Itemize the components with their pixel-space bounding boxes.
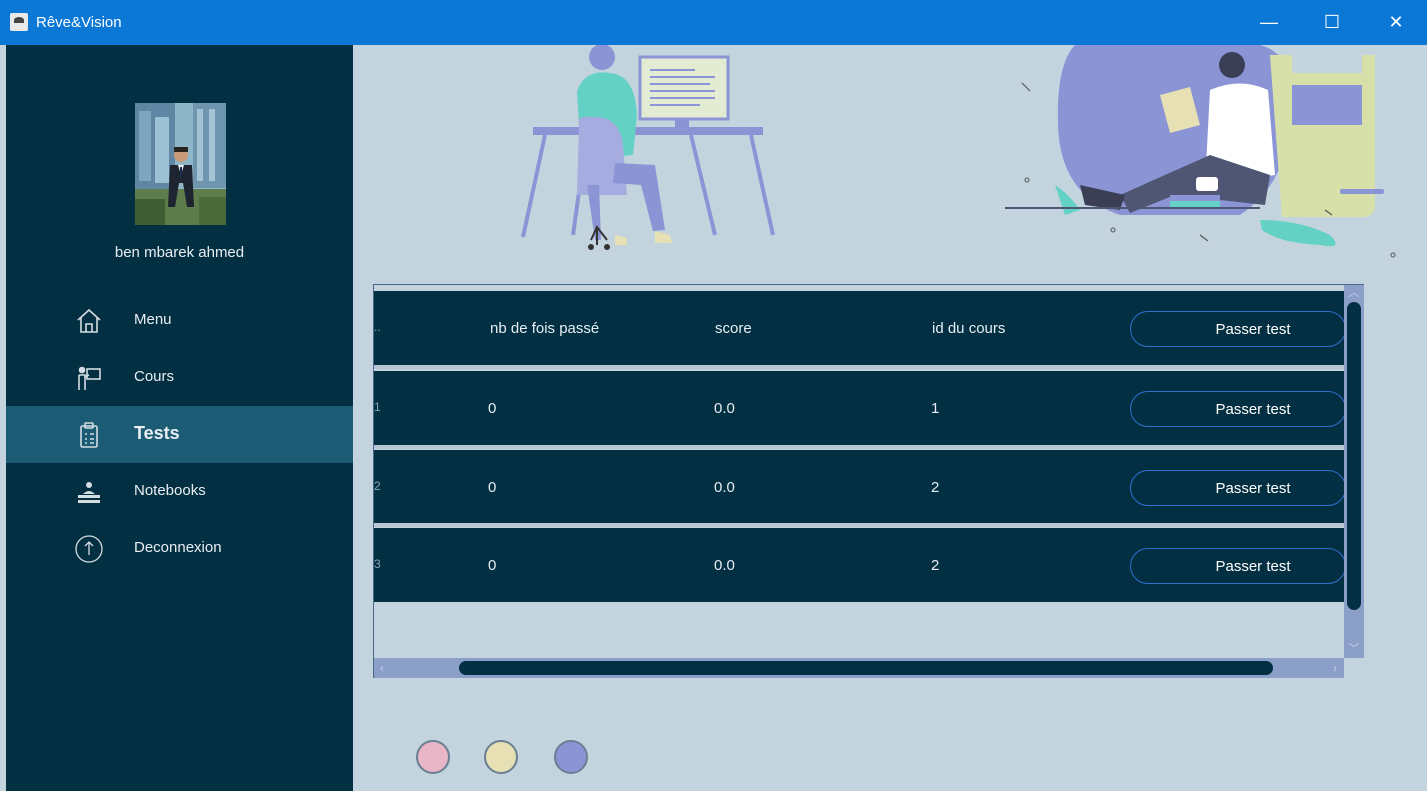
pink-color-dot[interactable] <box>416 740 450 774</box>
cell-nb-fois-passe: 0 <box>488 557 497 574</box>
sidebar-item-cours[interactable]: Cours <box>6 349 353 406</box>
cell-id-cours: 1 <box>931 400 940 417</box>
truncated-cell: 3 <box>374 557 381 571</box>
desk-student-icon <box>74 477 104 507</box>
minimize-button[interactable]: — <box>1246 0 1292 45</box>
cell-id-cours: 2 <box>931 479 940 496</box>
sidebar-item-notebooks[interactable]: Notebooks <box>6 463 353 520</box>
vertical-scroll-thumb[interactable] <box>1347 302 1361 610</box>
app-logo-icon <box>10 13 28 31</box>
scroll-corner <box>1344 658 1364 678</box>
header-id-cours: id du cours <box>932 320 1006 337</box>
table-row: 2 0 0.0 2 Passer test <box>374 450 1346 524</box>
scroll-up-icon[interactable]: ︿ <box>1348 287 1360 299</box>
cell-score: 0.0 <box>714 557 735 574</box>
table-row: 3 0 0.0 2 Passer test <box>374 528 1346 602</box>
window-title: Rêve&Vision <box>36 14 122 31</box>
home-icon <box>74 306 104 336</box>
truncated-column-header: .. <box>374 320 381 334</box>
sidebar-item-deconnexion[interactable]: Deconnexion <box>6 520 353 577</box>
passer-test-button[interactable]: Passer test <box>1130 311 1346 347</box>
sidebar-item-tests[interactable]: Tests <box>6 406 353 463</box>
sidebar: ben mbarek ahmed Menu Cours Tests Notebo… <box>6 45 353 791</box>
blue-color-dot[interactable] <box>554 740 588 774</box>
scroll-left-icon[interactable]: ‹ <box>376 661 388 675</box>
teacher-board-icon <box>74 363 104 393</box>
sidebar-item-label: Tests <box>134 423 180 443</box>
sidebar-item-label: Deconnexion <box>134 539 222 556</box>
clipboard-icon <box>74 420 104 450</box>
row-divider <box>374 445 1344 449</box>
cell-score: 0.0 <box>714 400 735 417</box>
horizontal-scroll-thumb[interactable] <box>459 661 1273 675</box>
tests-table: .. nb de fois passé score id du cours Pa… <box>373 284 1364 678</box>
developer-illustration <box>515 44 780 255</box>
scroll-down-icon[interactable]: ﹀ <box>1348 643 1360 655</box>
row-divider <box>374 523 1344 527</box>
header-score: score <box>715 320 752 337</box>
sidebar-item-label: Notebooks <box>134 482 206 499</box>
truncated-cell: 2 <box>374 479 381 493</box>
cell-id-cours: 2 <box>931 557 940 574</box>
passer-test-button[interactable]: Passer test <box>1130 470 1346 506</box>
horizontal-scrollbar[interactable]: ‹ › <box>374 658 1344 678</box>
sidebar-item-label: Menu <box>134 311 172 328</box>
cell-nb-fois-passe: 0 <box>488 479 497 496</box>
username-label: ben mbarek ahmed <box>114 244 245 261</box>
window-titlebar: Rêve&Vision — ☐ ✕ <box>0 0 1427 45</box>
row-divider <box>374 365 1344 369</box>
sidebar-item-menu[interactable]: Menu <box>6 292 353 349</box>
cell-score: 0.0 <box>714 479 735 496</box>
truncated-cell: 1 <box>374 400 381 414</box>
table-row: 1 0 0.0 1 Passer test <box>374 371 1346 445</box>
passer-test-button[interactable]: Passer test <box>1130 548 1346 584</box>
cell-nb-fois-passe: 0 <box>488 400 497 417</box>
header-nb-fois-passe: nb de fois passé <box>490 320 600 337</box>
maximize-button[interactable]: ☐ <box>1309 0 1355 45</box>
table-header-row: .. nb de fois passé score id du cours Pa… <box>374 291 1346 365</box>
vertical-scrollbar[interactable]: ︿ ﹀ <box>1344 285 1364 658</box>
yellow-color-dot[interactable] <box>484 740 518 774</box>
avatar <box>135 103 226 225</box>
reading-illustration <box>1000 45 1427 270</box>
close-button[interactable]: ✕ <box>1373 0 1419 45</box>
passer-test-button[interactable]: Passer test <box>1130 391 1346 427</box>
scroll-right-icon[interactable]: › <box>1329 661 1341 675</box>
power-icon <box>74 534 104 564</box>
sidebar-item-label: Cours <box>134 368 175 385</box>
